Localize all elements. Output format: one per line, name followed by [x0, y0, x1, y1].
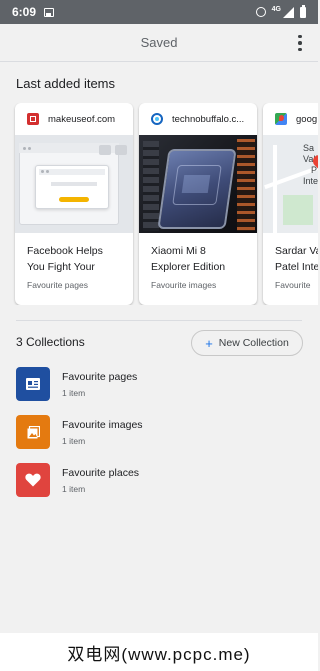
card-header: technobuffalo.c...: [139, 103, 257, 135]
status-time: 6:09: [12, 5, 37, 19]
battery-icon: [300, 4, 306, 18]
saved-card-technobuffalo[interactable]: technobuffalo.c... Xiaomi Mi 8 Explorer …: [139, 103, 257, 305]
card-collection: Favourite: [275, 280, 311, 290]
card-source: goog: [296, 113, 318, 125]
card-header: goog: [263, 103, 318, 135]
saved-card-makeuseof[interactable]: makeuseof.com Facebook Helps You Fight Y…: [15, 103, 133, 305]
card-title: Xiaomi Mi 8 Explorer Edition: [151, 243, 255, 275]
collection-name: Favourite pages: [62, 371, 138, 383]
section-divider: [16, 320, 302, 321]
card-title-text: Facebook Helps You Fight Your: [27, 245, 103, 273]
card-collection: Favourite images: [151, 280, 217, 290]
last-added-title: Last added items: [16, 76, 116, 91]
collection-count: 1 item: [62, 484, 86, 494]
status-bar: 6:09 4G: [0, 0, 318, 24]
plus-icon: +: [205, 335, 213, 351]
collection-icon: [16, 367, 50, 401]
technobuffalo-favicon-icon: [151, 113, 163, 125]
card-title-text: Xiaomi Mi 8 Explorer Edition: [151, 245, 226, 273]
image-notification-icon: [44, 7, 55, 17]
collection-icon: [16, 463, 50, 497]
alarm-icon: [255, 7, 266, 17]
signal-icon: [283, 6, 294, 18]
status-icons: 4G: [255, 4, 306, 18]
card-source: makeuseof.com: [48, 113, 116, 125]
heart-icon: [25, 473, 41, 487]
more-dot-icon: [298, 34, 302, 39]
collection-icon: [16, 415, 50, 449]
collection-item-favourite-places[interactable]: Favourite places 1 item: [16, 463, 306, 497]
collection-item-favourite-pages[interactable]: Favourite pages 1 item: [16, 367, 306, 401]
map-label-line: Intern: [303, 176, 318, 186]
collection-count: 1 item: [62, 388, 86, 398]
phone-image-thumbnail: [139, 135, 257, 233]
collection-name: Favourite images: [62, 419, 143, 431]
page-icon: [26, 378, 40, 390]
page-title: Saved: [140, 35, 178, 50]
card-title: Facebook Helps You Fight Your: [27, 243, 131, 275]
card-header: makeuseof.com: [15, 103, 133, 135]
map-label-line: Sa: [303, 143, 315, 153]
new-collection-button[interactable]: + New Collection: [191, 330, 303, 356]
card-collection: Favourite pages: [27, 280, 88, 290]
card-title-text: Sardar Va Patel Inte: [275, 245, 318, 273]
card-source: technobuffalo.c...: [172, 113, 245, 125]
watermark: 双电网(www.pcpc.me): [0, 633, 318, 671]
makeuseof-favicon-icon: [27, 113, 39, 125]
map-thumbnail: Sa Valle P Intern: [263, 135, 318, 233]
more-dot-icon: [298, 47, 302, 52]
app-bar: Saved: [0, 24, 318, 62]
network-type: 4G: [271, 5, 281, 13]
collection-item-favourite-images[interactable]: Favourite images 1 item: [16, 415, 306, 449]
webpage-thumbnail: [15, 135, 133, 233]
more-options-button[interactable]: [294, 33, 306, 53]
saved-card-google-maps[interactable]: goog Sa Valle P Intern Sardar Va Patel I…: [263, 103, 318, 305]
new-collection-label: New Collection: [218, 337, 289, 349]
more-dot-icon: [298, 41, 302, 45]
google-maps-favicon-icon: [275, 113, 287, 125]
image-icon: [27, 425, 40, 438]
collection-count: 1 item: [62, 436, 86, 446]
card-title: Sardar Va Patel Inte: [275, 243, 318, 275]
collections-count: 3 Collections: [16, 335, 85, 349]
collection-name: Favourite places: [62, 467, 140, 479]
last-added-carousel[interactable]: makeuseof.com Facebook Helps You Fight Y…: [0, 103, 318, 305]
